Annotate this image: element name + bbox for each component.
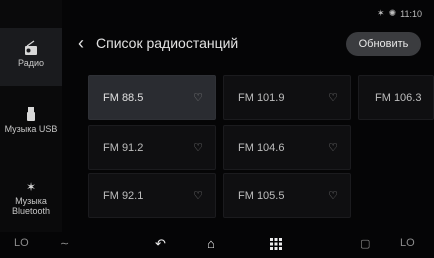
right-temperature[interactable]: LO bbox=[400, 237, 415, 249]
home-icon[interactable]: ⌂ bbox=[207, 236, 215, 251]
clock: 11:10 bbox=[400, 8, 422, 19]
sidebar-item-label: Музыка Bluetooth bbox=[11, 196, 51, 216]
station-frequency: FM 91.2 bbox=[103, 142, 144, 154]
sidebar-item-radio[interactable]: Радио bbox=[0, 28, 62, 86]
back-chevron-icon[interactable]: ‹ bbox=[78, 34, 84, 52]
bluetooth-icon: ✶ bbox=[25, 180, 37, 194]
station-frequency: FM 92.1 bbox=[103, 190, 144, 202]
fan-icon[interactable]: ∼ bbox=[60, 237, 69, 250]
station-tile[interactable]: FM 91.2 ♡ bbox=[88, 125, 216, 170]
sidebar-item-label: Радио bbox=[18, 58, 44, 68]
favorite-heart-icon[interactable]: ♡ bbox=[328, 141, 338, 154]
favorite-heart-icon[interactable]: ♡ bbox=[193, 189, 203, 202]
station-frequency: FM 101.9 bbox=[238, 92, 285, 104]
network-icon: ✺ bbox=[388, 8, 397, 18]
station-tile[interactable]: FM 88.5 ♡ bbox=[88, 75, 216, 120]
left-temperature[interactable]: LO bbox=[14, 237, 29, 249]
favorite-heart-icon[interactable]: ♡ bbox=[193, 141, 203, 154]
favorite-heart-icon[interactable]: ♡ bbox=[328, 91, 338, 104]
sidebar-item-label: Музыка USB bbox=[4, 124, 58, 134]
apps-grid-icon[interactable] bbox=[270, 238, 282, 250]
page-title: Список радиостанций bbox=[96, 35, 239, 51]
radio-icon bbox=[25, 40, 37, 55]
bottom-bar: LO ∼ ↶ ⌂ ▢ LO bbox=[0, 232, 434, 258]
station-frequency: FM 105.5 bbox=[238, 190, 285, 202]
usb-icon bbox=[27, 107, 35, 121]
station-frequency: FM 88.5 bbox=[103, 92, 144, 104]
station-tile[interactable]: FM 92.1 ♡ bbox=[88, 173, 216, 218]
sidebar-item-bluetooth-music[interactable]: ✶ Музыка Bluetooth bbox=[0, 180, 62, 225]
update-button[interactable]: Обновить bbox=[346, 32, 421, 56]
station-frequency: FM 106.3 bbox=[375, 92, 422, 104]
station-tile[interactable]: FM 101.9 ♡ bbox=[223, 75, 351, 120]
station-tile[interactable]: FM 105.5 ♡ bbox=[223, 173, 351, 218]
back-icon[interactable]: ↶ bbox=[155, 236, 166, 252]
favorite-heart-icon[interactable]: ♡ bbox=[328, 189, 338, 202]
status-bar: ✶ ✺ 11:10 bbox=[377, 8, 422, 19]
bluetooth-icon: ✶ bbox=[377, 8, 385, 18]
sidebar-item-usb-music[interactable]: Музыка USB bbox=[0, 106, 62, 151]
station-tile[interactable]: FM 106.3 bbox=[358, 75, 434, 120]
page-header: ‹ Список радиостанций bbox=[78, 34, 238, 52]
car-icon[interactable]: ▢ bbox=[360, 237, 370, 250]
sidebar: Радио Музыка USB ✶ Музыка Bluetooth bbox=[0, 0, 62, 232]
station-frequency: FM 104.6 bbox=[238, 142, 285, 154]
favorite-heart-icon[interactable]: ♡ bbox=[193, 91, 203, 104]
station-tile[interactable]: FM 104.6 ♡ bbox=[223, 125, 351, 170]
